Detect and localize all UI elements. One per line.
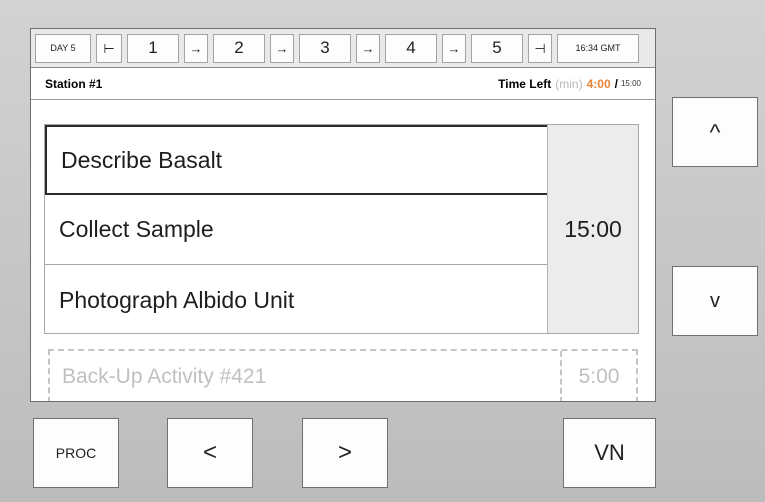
time-unit: (min)	[555, 76, 583, 91]
activity-item-selected[interactable]: Describe Basalt	[45, 125, 549, 195]
timeline-start-icon: ⊢	[96, 33, 122, 63]
proc-button[interactable]: PROC	[33, 418, 119, 488]
station-header: Station #1 Time Left (min) 4:00 / 15:00	[31, 68, 655, 100]
arrow-right-icon: →	[442, 33, 466, 63]
timeline-end-glyph: ⊣	[534, 40, 546, 56]
time-left-label: Time Left	[498, 76, 552, 91]
timeline-strip: DAY 5 ⊢ 1 → 2 → 3 → 4 → 5 ⊣ 16:34 GMT	[31, 29, 655, 68]
display-screen: DAY 5 ⊢ 1 → 2 → 3 → 4 → 5 ⊣ 16:34 GMT St…	[30, 28, 656, 402]
timeline-end-icon: ⊣	[528, 33, 552, 63]
timeline-start-glyph: ⊢	[103, 40, 115, 56]
previous-button[interactable]: <	[167, 418, 253, 488]
arrow-glyph: →	[447, 40, 461, 56]
activity-list: Describe Basalt Collect Sample Photograp…	[44, 124, 639, 334]
arrow-glyph: →	[275, 40, 289, 56]
station-name: Station #1	[45, 76, 103, 91]
arrow-right-icon: →	[356, 33, 380, 63]
backup-activity-duration: 5:00	[560, 351, 636, 401]
timeline-station-2[interactable]: 2	[213, 33, 265, 63]
activity-item[interactable]: Photograph Albido Unit	[45, 265, 549, 335]
backup-activity[interactable]: Back-Up Activity #421 5:00	[48, 349, 638, 401]
scroll-down-button[interactable]: v	[672, 266, 758, 336]
next-button[interactable]: >	[302, 418, 388, 488]
time-remaining: 4:00	[586, 76, 611, 91]
activity-item[interactable]: Collect Sample	[45, 195, 549, 265]
arrow-glyph: →	[189, 40, 203, 56]
gmt-clock: 16:34 GMT	[557, 33, 639, 63]
backup-activity-label: Back-Up Activity #421	[62, 365, 267, 388]
timeline-station-4[interactable]: 4	[385, 33, 437, 63]
scroll-up-button[interactable]: ^	[672, 97, 758, 167]
time-separator: /	[614, 76, 618, 91]
arrow-right-icon: →	[184, 33, 208, 63]
timeline-station-1[interactable]: 1	[127, 33, 179, 63]
timeline-station-5[interactable]: 5	[471, 33, 523, 63]
arrow-glyph: →	[361, 40, 375, 56]
day-indicator: DAY 5	[35, 33, 91, 63]
arrow-right-icon: →	[270, 33, 294, 63]
activity-duration: 15:00	[547, 125, 638, 333]
time-total: 15:00	[620, 79, 641, 88]
vn-button[interactable]: VN	[563, 418, 656, 488]
timeline-station-3[interactable]: 3	[299, 33, 351, 63]
